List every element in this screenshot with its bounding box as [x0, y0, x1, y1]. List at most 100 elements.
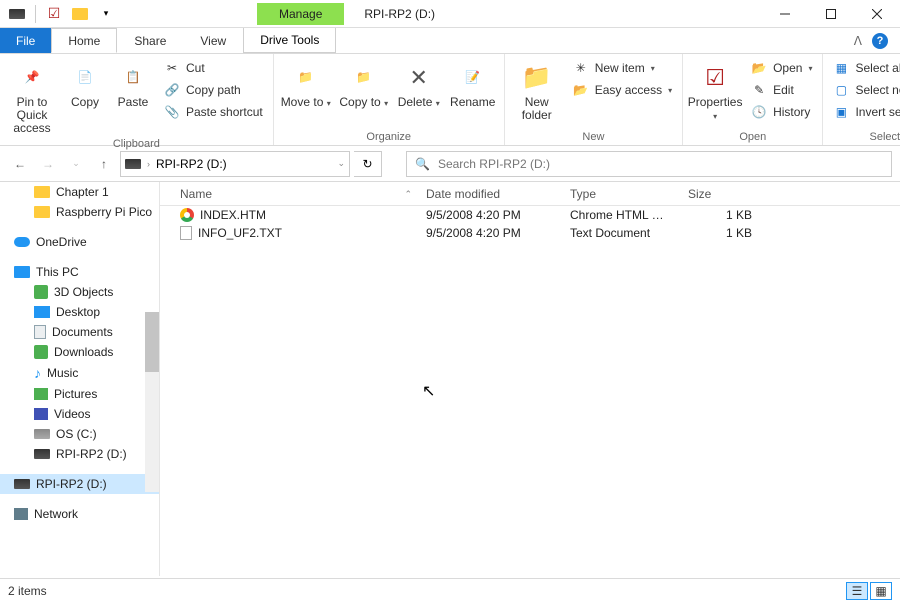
file-row[interactable]: INFO_UF2.TXT9/5/2008 4:20 PMText Documen…	[160, 224, 900, 242]
cut-button[interactable]: ✂Cut	[160, 58, 267, 78]
drive-icon	[14, 479, 30, 489]
move-to-icon: 📁	[290, 62, 322, 94]
maximize-button[interactable]	[808, 0, 854, 28]
column-header-size[interactable]: Size	[680, 187, 760, 201]
tree-item-rpi-rp2-d[interactable]: RPI-RP2 (D:)	[0, 444, 159, 464]
copy-path-button[interactable]: 🔗Copy path	[160, 80, 267, 100]
tree-item-onedrive[interactable]: OneDrive	[0, 232, 159, 252]
delete-label: Delete	[398, 95, 433, 109]
address-path[interactable]: RPI-RP2 (D:)	[156, 157, 227, 171]
sort-indicator-icon: ⌃	[404, 189, 412, 200]
tree-item-raspberry-pi-pico[interactable]: Raspberry Pi Pico	[0, 202, 159, 222]
column-header-type[interactable]: Type	[562, 187, 680, 201]
tab-view[interactable]: View	[183, 28, 243, 53]
new-item-icon: ✳	[573, 60, 589, 76]
nav-up-button[interactable]: ↑	[92, 152, 116, 176]
copy-to-button[interactable]: 📁 Copy to ▾	[338, 58, 390, 109]
tree-label: Downloads	[54, 345, 113, 359]
file-row[interactable]: INDEX.HTM9/5/2008 4:20 PMChrome HTML Do.…	[160, 206, 900, 224]
column-header-name[interactable]: Name⌃	[172, 187, 418, 201]
tab-share[interactable]: Share	[117, 28, 183, 53]
address-dropdown-icon[interactable]: ⌄	[337, 158, 345, 169]
open-label: Open	[773, 61, 802, 75]
qat-properties-icon[interactable]: ☑	[43, 3, 65, 25]
tree-label: 3D Objects	[54, 285, 113, 299]
tree-item-rpi-rp2-d-selected[interactable]: RPI-RP2 (D:)	[0, 474, 159, 494]
tree-item-network[interactable]: Network	[0, 504, 159, 524]
properties-button[interactable]: ☑ Properties ▾	[689, 58, 741, 122]
group-label-clipboard: Clipboard	[6, 136, 267, 150]
tree-item-pictures[interactable]: Pictures	[0, 384, 159, 404]
open-button[interactable]: 📂Open ▾	[747, 58, 816, 78]
tree-item-3d-objects[interactable]: 3D Objects	[0, 282, 159, 302]
address-bar[interactable]: › RPI-RP2 (D:) ⌄	[120, 151, 350, 177]
history-button[interactable]: 🕓History	[747, 102, 816, 122]
edit-button[interactable]: ✎Edit	[747, 80, 816, 100]
select-none-button[interactable]: ▢Select none	[829, 80, 900, 100]
delete-button[interactable]: ✕ Delete ▾	[396, 58, 442, 109]
file-list-area: Name⌃ Date modified Type Size ↖ INDEX.HT…	[160, 182, 900, 576]
help-icon[interactable]: ?	[872, 33, 888, 49]
edit-icon: ✎	[751, 82, 767, 98]
close-button[interactable]	[854, 0, 900, 28]
nav-forward-button[interactable]: →	[36, 152, 60, 176]
copy-button[interactable]: 📄 Copy	[64, 58, 106, 109]
delete-icon: ✕	[403, 62, 435, 94]
search-input[interactable]	[438, 157, 883, 171]
paste-button[interactable]: 📋 Paste	[112, 58, 154, 109]
qat-drive-icon[interactable]	[6, 3, 28, 25]
easy-access-button[interactable]: 📂Easy access ▾	[569, 80, 676, 100]
pin-to-quick-access-button[interactable]: 📌 Pin to Quick access	[6, 58, 58, 136]
tree-item-documents[interactable]: Documents	[0, 322, 159, 342]
view-details-button[interactable]: ☰	[846, 582, 868, 600]
move-to-button[interactable]: 📁 Move to ▾	[280, 58, 332, 109]
tree-item-downloads[interactable]: Downloads	[0, 342, 159, 362]
tree-item-this-pc[interactable]: This PC	[0, 262, 159, 282]
open-icon: 📂	[751, 60, 767, 76]
navigation-pane: Chapter 1 Raspberry Pi Pico OneDrive Thi…	[0, 182, 160, 576]
view-large-icons-button[interactable]: ▦	[870, 582, 892, 600]
paste-shortcut-icon: 📎	[164, 104, 180, 120]
nav-scrollbar[interactable]	[145, 312, 159, 492]
tree-item-music[interactable]: ♪Music	[0, 362, 159, 384]
tree-item-desktop[interactable]: Desktop	[0, 302, 159, 322]
breadcrumb-chevron-icon[interactable]: ›	[147, 159, 150, 169]
tree-item-os-c[interactable]: OS (C:)	[0, 424, 159, 444]
group-label-select: Select	[829, 129, 900, 143]
select-all-button[interactable]: ▦Select all	[829, 58, 900, 78]
minimize-button[interactable]	[762, 0, 808, 28]
tab-drive-tools[interactable]: Drive Tools	[243, 28, 336, 53]
tab-file[interactable]: File	[0, 28, 51, 53]
mouse-cursor-icon: ↖	[422, 381, 435, 401]
new-folder-button[interactable]: 📁 New folder	[511, 58, 563, 122]
nav-recent-dropdown[interactable]: ⌄	[64, 152, 88, 176]
invert-selection-icon: ▣	[833, 104, 849, 120]
paste-shortcut-button[interactable]: 📎Paste shortcut	[160, 102, 267, 122]
file-type: Chrome HTML Do...	[562, 208, 680, 222]
nav-scrollbar-thumb[interactable]	[145, 312, 159, 372]
refresh-button[interactable]: ↻	[354, 151, 382, 177]
tree-item-chapter1[interactable]: Chapter 1	[0, 182, 159, 202]
group-label-organize: Organize	[280, 129, 498, 143]
tab-home[interactable]: Home	[51, 28, 117, 53]
nav-back-button[interactable]: ←	[8, 152, 32, 176]
scissors-icon: ✂	[164, 60, 180, 76]
file-rows[interactable]: ↖ INDEX.HTM9/5/2008 4:20 PMChrome HTML D…	[160, 206, 900, 576]
new-item-button[interactable]: ✳New item ▾	[569, 58, 676, 78]
search-box[interactable]: 🔍	[406, 151, 892, 177]
tree-label: OS (C:)	[56, 427, 97, 441]
onedrive-icon	[14, 237, 30, 247]
rename-button[interactable]: 📝 Rename	[448, 58, 498, 109]
qat-customize-icon[interactable]: ▾	[95, 3, 117, 25]
contextual-tab-manage[interactable]: Manage	[257, 3, 344, 25]
invert-selection-button[interactable]: ▣Invert selection	[829, 102, 900, 122]
folder-icon	[34, 186, 50, 198]
downloads-icon	[34, 345, 48, 359]
tree-item-videos[interactable]: Videos	[0, 404, 159, 424]
file-name: INDEX.HTM	[200, 208, 266, 222]
qat-folder-icon[interactable]	[69, 3, 91, 25]
collapse-ribbon-icon[interactable]: ᐱ	[854, 34, 862, 48]
column-header-date[interactable]: Date modified	[418, 187, 562, 201]
new-item-label: New item	[595, 61, 645, 75]
rename-label: Rename	[450, 96, 495, 109]
